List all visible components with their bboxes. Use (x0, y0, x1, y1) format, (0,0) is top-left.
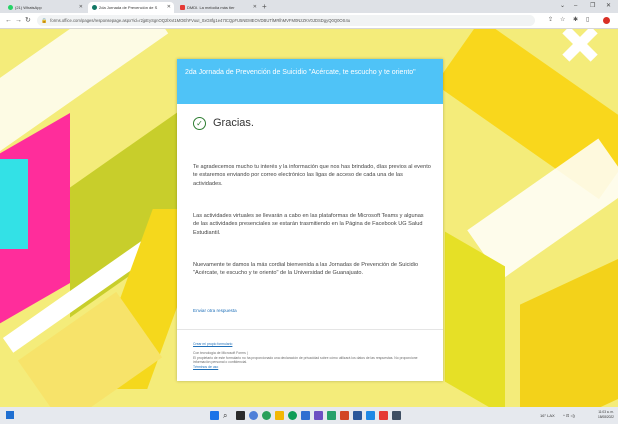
minimize-button[interactable]: – (574, 0, 577, 12)
tab-search-icon[interactable]: ⌄ (560, 0, 565, 12)
app-icon[interactable] (379, 411, 388, 420)
lock-icon: 🔒 (41, 18, 48, 24)
close-window-button[interactable]: ✕ (606, 0, 611, 12)
extensions-icon[interactable]: ✱ (573, 13, 578, 28)
tab-youtube[interactable]: DMDI. La melodía más tier ✕ (176, 2, 260, 13)
whatsapp-favicon-icon (8, 5, 13, 11)
clock-date: 18/08/2022 (598, 414, 614, 419)
tab-title: 2da Jornada de Prevención de S (99, 5, 158, 10)
thanks-paragraph-2: Las actividades virtuales se llevarán a … (193, 213, 424, 236)
chat-icon[interactable] (249, 411, 258, 420)
youtube-favicon-icon (180, 5, 185, 11)
file-explorer-icon[interactable] (275, 411, 284, 420)
weather-widget[interactable]: 16° LAX (540, 407, 555, 424)
close-tab-icon[interactable]: ✕ (79, 2, 83, 13)
side-panel-icon[interactable]: ▯ (586, 13, 589, 28)
word-icon[interactable] (353, 411, 362, 420)
share-icon[interactable]: ⇪ (548, 13, 553, 28)
excel-icon[interactable] (327, 411, 336, 420)
profile-avatar[interactable] (603, 17, 610, 24)
submit-another-response-link[interactable]: Enviar otra respuesta (193, 308, 237, 313)
tab-title: (21) WhatsApp (15, 5, 42, 10)
url-text: forms.office.com/pages/responsepage.aspx… (50, 18, 351, 23)
maximize-button[interactable]: ❐ (590, 0, 595, 12)
card-header: 2da Jornada de Prevención de Suicidio "A… (177, 59, 443, 104)
reload-icon[interactable]: ↻ (25, 13, 31, 28)
search-icon[interactable]: ⌕ (223, 411, 232, 420)
teams-icon[interactable] (314, 411, 323, 420)
app-icon[interactable] (392, 411, 401, 420)
clock-time: 11:03 a. m. (598, 410, 614, 414)
form-title: 2da Jornada de Prevención de Suicidio "A… (185, 69, 416, 76)
thanks-text: Gracias. (213, 117, 254, 129)
close-tab-icon[interactable]: ✕ (167, 2, 171, 13)
create-form-link-wrap: Crear mi propio formulario (193, 342, 433, 346)
bookmark-star-icon[interactable]: ☆ (560, 13, 565, 28)
system-tray[interactable]: ^ ⊡ ◁) (563, 407, 575, 424)
url-input[interactable]: 🔒 forms.office.com/pages/responsepage.asp… (37, 15, 535, 26)
edge-icon[interactable] (262, 411, 271, 420)
footer-divider (177, 329, 443, 330)
forms-favicon-icon (92, 5, 97, 11)
store-icon[interactable] (366, 411, 375, 420)
terms-link-wrap: Términos de uso (193, 365, 433, 369)
background-shape (520, 253, 618, 407)
checkmark-circle-icon: ✓ (193, 117, 206, 130)
terms-of-use-link[interactable]: Términos de uso (193, 365, 218, 369)
chrome-icon[interactable] (288, 411, 297, 420)
tab-title: DMDI. La melodía más tier (187, 5, 235, 10)
browser-tab-bar: (21) WhatsApp ✕ 2da Jornada de Prevenció… (0, 0, 618, 13)
thanks-paragraph-1: Te agradecemos mucho tu interés y la inf… (193, 164, 431, 187)
privacy-disclaimer: El propietario de este formulario no ha … (193, 356, 418, 365)
new-tab-button[interactable]: + (262, 1, 267, 12)
thank-you-card: 2da Jornada de Prevención de Suicidio "A… (177, 59, 443, 381)
tab-forms-active[interactable]: 2da Jornada de Prevención de S ✕ (88, 2, 174, 13)
task-view-icon[interactable] (236, 411, 245, 420)
forward-arrow-icon[interactable]: → (15, 13, 22, 28)
outlook-icon[interactable] (301, 411, 310, 420)
windows-taskbar: ⌕ 16° LAX ^ ⊡ ◁) 11:03 a. m. 18/08/2022 (0, 407, 618, 424)
widgets-icon[interactable] (6, 411, 14, 419)
close-tab-icon[interactable]: ✕ (253, 2, 257, 13)
create-form-link[interactable]: Crear mi propio formulario (193, 342, 232, 346)
powerpoint-icon[interactable] (340, 411, 349, 420)
clock[interactable]: 11:03 a. m. 18/08/2022 (598, 410, 614, 419)
back-arrow-icon[interactable]: ← (5, 13, 12, 28)
thanks-paragraph-3: Nuevamente te damos la más cordial bienv… (193, 262, 419, 277)
address-toolbar: ← → ↻ 🔒 forms.office.com/pages/responsepa… (0, 13, 618, 29)
powered-by-text: Con tecnología de Microsoft Forms | (193, 351, 248, 355)
background-shape (0, 159, 28, 249)
tab-whatsapp[interactable]: (21) WhatsApp ✕ (4, 2, 86, 13)
forms-page-background: 2da Jornada de Prevención de Suicidio "A… (0, 29, 618, 407)
start-button-icon[interactable] (210, 411, 219, 420)
